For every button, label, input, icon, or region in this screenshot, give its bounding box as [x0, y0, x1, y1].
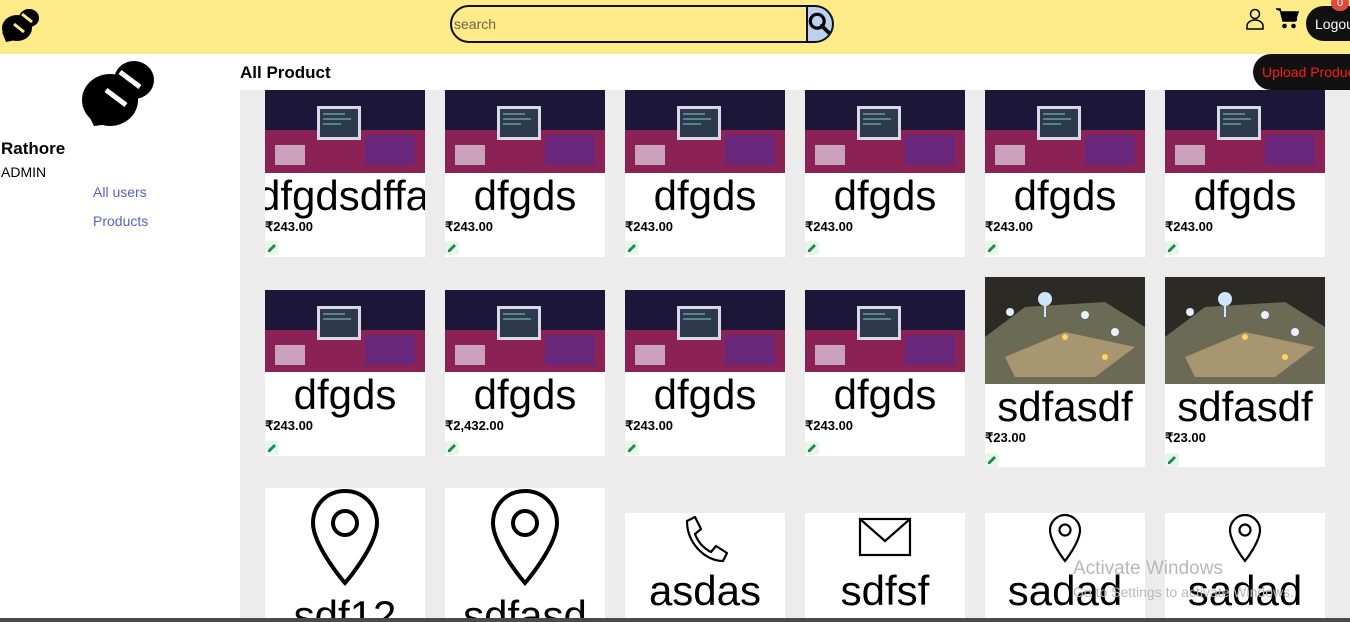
product-name: dfgds [1013, 172, 1117, 219]
product-price: ₹243.00 [805, 219, 854, 234]
product-card[interactable]: sdfsf [805, 513, 965, 622]
product-card[interactable]: dfgds ₹243.00 [265, 290, 425, 456]
admin-name: Rathore [1, 139, 66, 158]
edit-icon[interactable] [625, 441, 639, 455]
product-image [805, 90, 965, 173]
product-name: dfgds [833, 371, 937, 418]
product-image [985, 277, 1145, 384]
product-card[interactable]: sdfasdf ₹23.00 [985, 277, 1145, 467]
product-card[interactable]: dfgds ₹243.00 [805, 90, 965, 257]
product-name: sadad [1007, 567, 1123, 614]
edit-icon[interactable] [1165, 453, 1179, 467]
product-name: dfgds [293, 371, 397, 418]
edit-icon[interactable] [625, 241, 639, 255]
user-icon[interactable] [1245, 8, 1265, 30]
product-card[interactable]: dfgds ₹243.00 [625, 290, 785, 456]
product-name: sdfasdf [997, 383, 1133, 430]
product-name: sdfsf [840, 567, 930, 614]
admin-sidebar: Rathore ADMIN All users Products [0, 54, 240, 622]
product-price: ₹243.00 [265, 418, 314, 433]
product-card[interactable]: dfgds ₹243.00 [805, 290, 965, 456]
product-image [445, 90, 605, 173]
product-card[interactable]: sdfasdf ₹23.00 [1165, 277, 1325, 467]
product-name: dfgds [653, 172, 757, 219]
product-card[interactable]: sdf12 [265, 488, 425, 622]
product-image [625, 290, 785, 372]
product-grid: dfgdsdffas ₹243.00 dfgds ₹243.00 [240, 90, 1350, 622]
search-input[interactable] [450, 5, 808, 43]
location-pin-icon [490, 488, 560, 587]
mail-icon [858, 517, 912, 557]
taskbar-edge [0, 618, 1350, 622]
top-navbar: Logout 0 [0, 0, 1350, 54]
logout-button[interactable]: Logout [1306, 6, 1350, 41]
admin-role: ADMIN [1, 164, 47, 180]
product-card[interactable]: dfgds ₹243.00 [985, 90, 1145, 257]
edit-icon[interactable] [445, 441, 459, 455]
product-name: dfgds [473, 371, 577, 418]
edit-icon[interactable] [445, 241, 459, 255]
product-card[interactable]: sdfasd [445, 488, 605, 622]
location-pin-icon [1048, 513, 1082, 563]
product-name: dfgds [653, 371, 757, 418]
product-card[interactable]: dfgds ₹243.00 [1165, 90, 1325, 257]
edit-icon[interactable] [265, 241, 279, 255]
product-image [985, 90, 1145, 173]
product-name: sadad [1187, 567, 1303, 614]
brand-logo-icon[interactable] [0, 4, 42, 46]
edit-icon[interactable] [1165, 241, 1179, 255]
search-button[interactable] [808, 5, 834, 43]
product-card[interactable]: sadad [985, 513, 1145, 622]
product-image [1165, 277, 1325, 384]
product-price: ₹243.00 [625, 219, 674, 234]
edit-icon[interactable] [985, 241, 999, 255]
product-price: ₹23.00 [985, 430, 1026, 445]
product-card[interactable]: dfgdsdffas ₹243.00 [265, 90, 425, 257]
product-name: dfgds [473, 172, 577, 219]
product-image [1165, 90, 1325, 173]
product-card[interactable]: dfgds ₹2,432.00 [445, 290, 605, 456]
sidebar-link-products[interactable]: Products [93, 213, 148, 229]
search-icon [808, 12, 831, 35]
phone-icon [685, 515, 729, 563]
product-image [265, 90, 425, 173]
product-image [265, 290, 425, 372]
product-name: dfgdsdffas [265, 172, 425, 219]
profile-avatar-icon [82, 61, 154, 126]
upload-product-button[interactable]: Upload Product [1253, 54, 1350, 90]
product-price: ₹243.00 [985, 219, 1034, 234]
product-price: ₹243.00 [445, 219, 494, 234]
location-pin-icon [310, 488, 380, 587]
product-image [445, 290, 605, 372]
cart-icon[interactable] [1275, 7, 1299, 29]
product-card[interactable]: dfgds ₹243.00 [625, 90, 785, 257]
product-price: ₹23.00 [1165, 430, 1206, 445]
product-card[interactable]: dfgds ₹243.00 [445, 90, 605, 257]
product-name: asdas [648, 567, 762, 614]
product-card[interactable]: asdas [625, 513, 785, 622]
product-name: sdfasdf [1177, 383, 1313, 430]
location-pin-icon [1228, 513, 1262, 563]
page-title: All Product [240, 63, 331, 82]
sidebar-link-all-users[interactable]: All users [93, 184, 147, 200]
edit-icon[interactable] [985, 453, 999, 467]
edit-icon[interactable] [805, 241, 819, 255]
product-price: ₹2,432.00 [445, 418, 504, 433]
search-bar [450, 5, 834, 43]
product-price: ₹243.00 [625, 418, 674, 433]
product-price: ₹243.00 [805, 418, 854, 433]
product-image [805, 290, 965, 372]
product-card[interactable]: sadad [1165, 513, 1325, 622]
edit-icon[interactable] [265, 441, 279, 455]
product-price: ₹243.00 [265, 219, 314, 234]
edit-icon[interactable] [805, 441, 819, 455]
product-image [625, 90, 785, 173]
product-price: ₹243.00 [1165, 219, 1214, 234]
product-name: dfgds [1193, 172, 1297, 219]
product-name: dfgds [833, 172, 937, 219]
